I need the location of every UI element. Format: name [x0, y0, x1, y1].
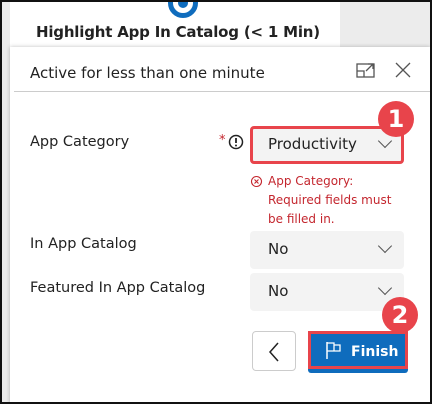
divider: [14, 91, 430, 92]
callout-badge-2: 2: [382, 297, 418, 333]
chevron-down-icon: [377, 280, 393, 296]
in-app-catalog-value: No: [268, 240, 289, 258]
featured-dropdown[interactable]: No: [250, 273, 404, 311]
chevron-down-icon: [377, 238, 393, 254]
featured-value: No: [268, 282, 289, 300]
app-category-value: Productivity: [268, 135, 357, 153]
expand-icon[interactable]: [356, 61, 376, 79]
chevron-left-icon: [268, 342, 279, 362]
stage-status: Active for less than one minute: [30, 64, 265, 82]
finish-label: Finish: [351, 344, 399, 360]
finish-button[interactable]: Finish: [308, 331, 408, 373]
stage-header: Highlight App In Catalog (< 1 Min): [10, 2, 340, 50]
callout-badge-1: 1: [378, 101, 414, 137]
app-category-dropdown[interactable]: Productivity: [250, 126, 404, 164]
app-category-error: App Category: Required fields must be fi…: [268, 174, 392, 226]
window: Highlight App In Catalog (< 1 Min) Activ…: [0, 0, 432, 404]
stage-flyout: Active for less than one minute App Cate…: [10, 47, 430, 402]
close-icon[interactable]: [394, 61, 412, 79]
info-icon[interactable]: [228, 134, 244, 150]
back-button[interactable]: [252, 331, 296, 371]
featured-label: Featured In App Catalog: [30, 280, 206, 296]
stage-title: Highlight App In Catalog (< 1 Min): [36, 23, 320, 41]
required-asterisk: *: [219, 133, 226, 148]
flag-icon: [326, 342, 341, 359]
in-app-catalog-label: In App Catalog: [30, 236, 137, 252]
active-stage-indicator-icon: [168, 2, 198, 18]
in-app-catalog-dropdown[interactable]: No: [250, 231, 404, 269]
app-category-label: App Category: [30, 134, 130, 150]
